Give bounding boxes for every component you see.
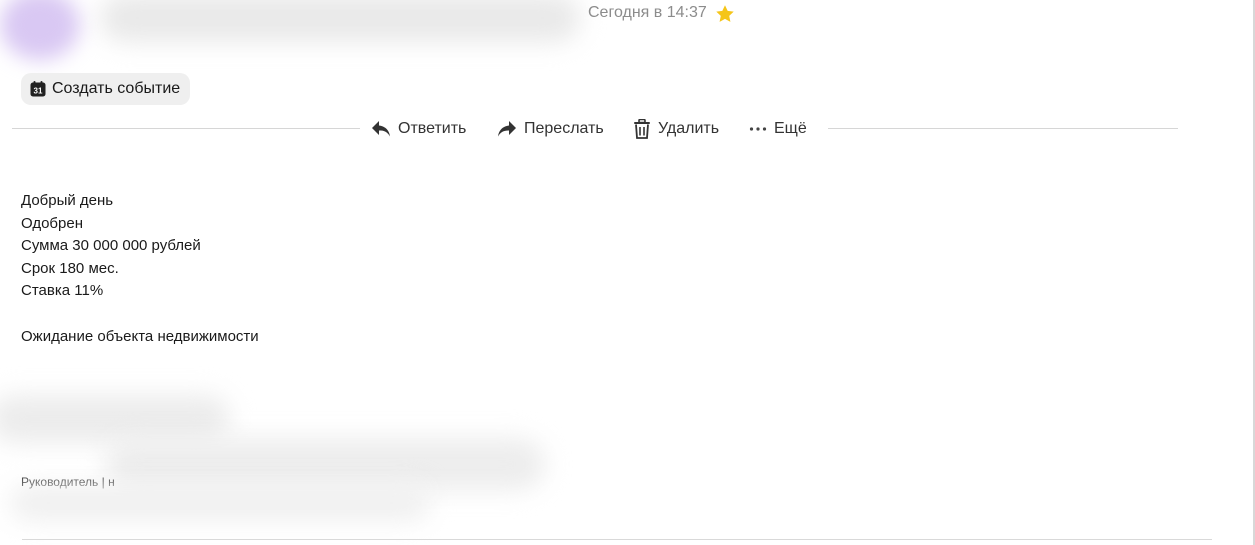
forward-label: Переслать bbox=[524, 120, 604, 137]
delete-button[interactable]: Удалить bbox=[633, 118, 719, 140]
trash-icon bbox=[633, 119, 651, 139]
body-line: Добрый день bbox=[21, 192, 114, 209]
body-line: Сумма 30 000 000 рублей bbox=[21, 237, 201, 255]
more-button[interactable]: Ещё bbox=[749, 118, 807, 140]
svg-text:31: 31 bbox=[34, 87, 43, 96]
delete-label: Удалить bbox=[658, 120, 720, 137]
forward-icon bbox=[497, 120, 517, 138]
signature-redacted-2 bbox=[105, 438, 545, 490]
reply-button[interactable]: Ответить bbox=[371, 118, 466, 140]
star-icon[interactable] bbox=[714, 3, 736, 25]
divider-left bbox=[12, 128, 360, 129]
divider-right bbox=[828, 128, 1178, 129]
body-line: Срок 180 мес. bbox=[21, 259, 119, 277]
more-dots-icon bbox=[749, 126, 767, 132]
sender-info-redacted bbox=[100, 0, 580, 42]
forward-button[interactable]: Переслать bbox=[497, 118, 604, 140]
body-gap bbox=[21, 303, 259, 326]
signature-redacted-3 bbox=[10, 485, 430, 521]
signature-redacted-1 bbox=[0, 395, 230, 443]
message-body: Добрый день Одобрен Сумма 30 000 000 руб… bbox=[21, 190, 259, 348]
bottom-divider bbox=[22, 539, 1212, 540]
body-line: Ожидание объекта недвижимости bbox=[21, 327, 259, 345]
create-event-label: Создать событие bbox=[52, 80, 181, 97]
reply-icon bbox=[371, 120, 391, 138]
more-label: Ещё bbox=[774, 120, 807, 137]
create-event-button[interactable]: 31 Создать событие bbox=[21, 73, 191, 105]
sender-avatar bbox=[0, 0, 80, 60]
reply-label: Ответить bbox=[398, 120, 467, 137]
message-date: Сегодня в 14:37 bbox=[588, 4, 707, 21]
email-view: Сегодня в 14:37 31 Создать событие Ответ… bbox=[0, 0, 1255, 545]
calendar-icon: 31 bbox=[30, 81, 46, 97]
body-line: Ставка 11% bbox=[21, 282, 104, 300]
body-line: Одобрен bbox=[21, 214, 83, 232]
